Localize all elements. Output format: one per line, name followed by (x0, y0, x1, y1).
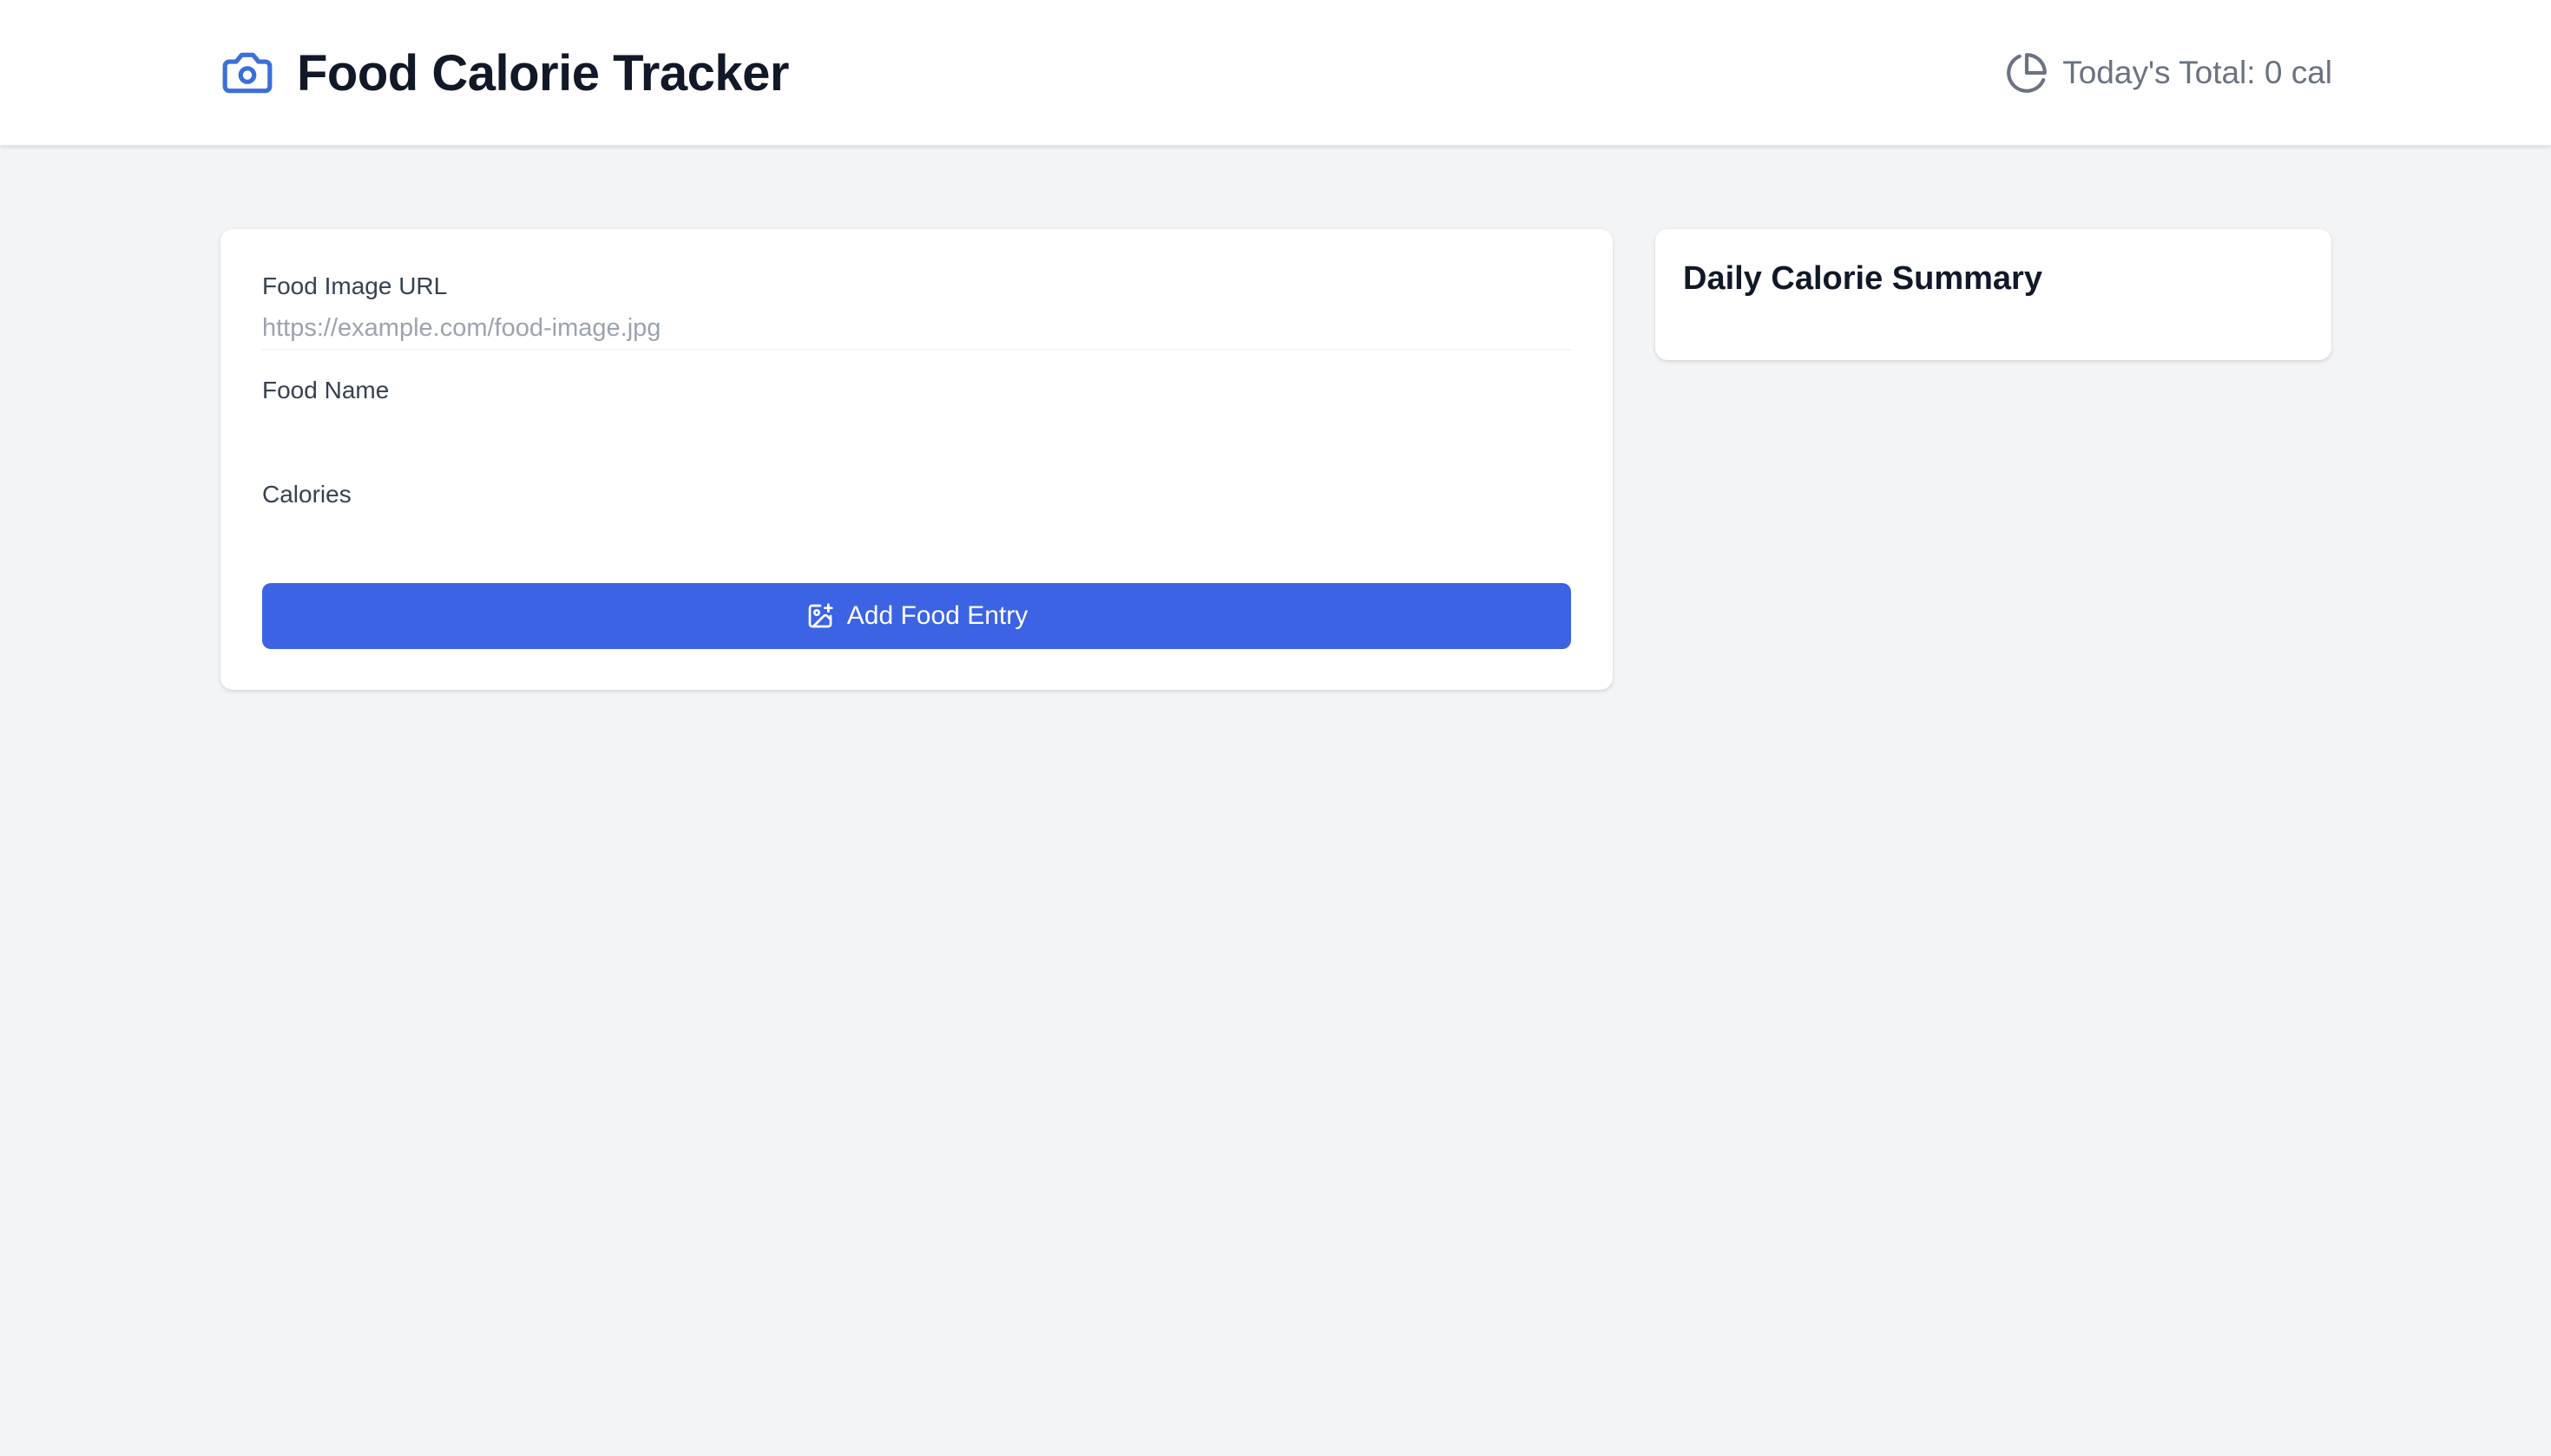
todays-total: Today's Total: 0 cal (2005, 49, 2332, 97)
food-name-label: Food Name (262, 377, 390, 403)
add-food-entry-button[interactable]: Add Food Entry (262, 583, 1571, 649)
camera-icon (220, 46, 274, 100)
daily-summary-card: Daily Calorie Summary (1655, 229, 2331, 360)
brand: Food Calorie Tracker (220, 43, 789, 102)
calories-label: Calories (262, 481, 352, 508)
image-plus-icon (805, 601, 835, 631)
food-name-input[interactable] (262, 411, 1571, 453)
add-food-entry-label: Add Food Entry (846, 601, 1029, 630)
food-image-url-input[interactable] (262, 307, 1571, 351)
pie-chart-icon (2005, 51, 2048, 95)
food-entry-form: Food Image URL Food Name Calories Add Fo… (220, 229, 1613, 690)
app-title: Food Calorie Tracker (297, 44, 789, 102)
app-header: Food Calorie Tracker Today's Total: 0 ca… (0, 0, 2551, 146)
food-image-url-label: Food Image URL (262, 272, 448, 299)
daily-summary-title: Daily Calorie Summary (1683, 260, 2042, 297)
calories-input[interactable] (262, 515, 1571, 557)
todays-total-text: Today's Total: 0 cal (2062, 55, 2332, 90)
